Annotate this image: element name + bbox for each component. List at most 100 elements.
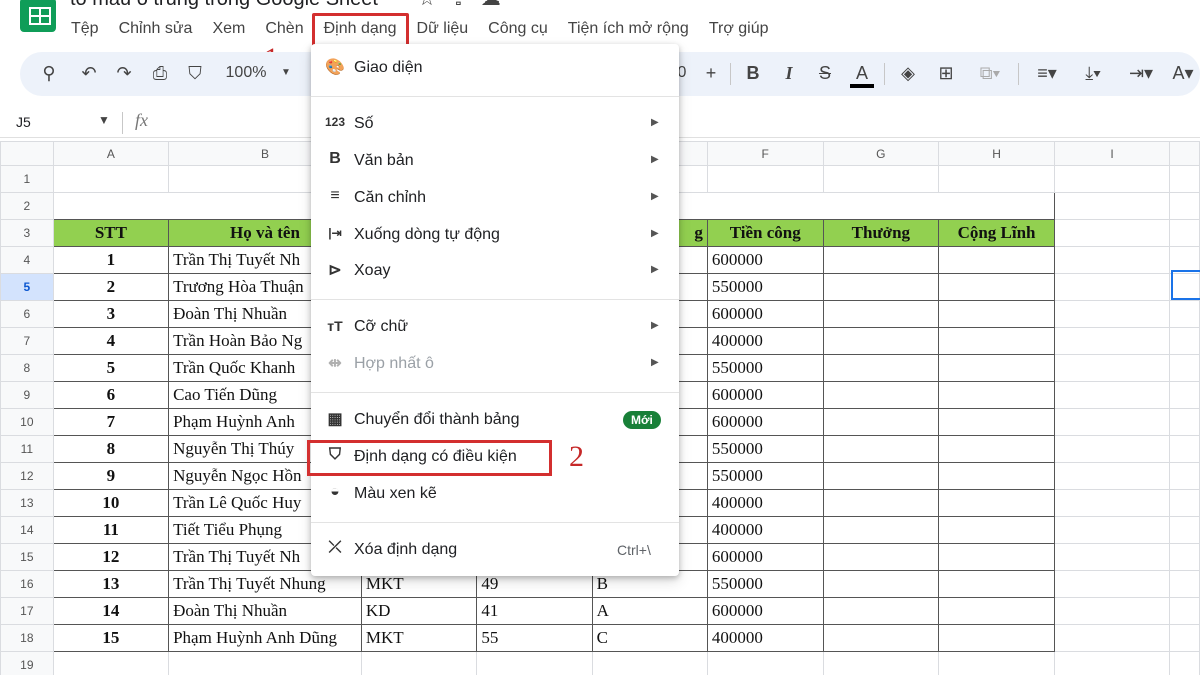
cell-grade[interactable]: A bbox=[591, 597, 708, 625]
cell-stt[interactable]: 11 bbox=[52, 516, 170, 544]
row-number[interactable]: 1 bbox=[0, 165, 54, 193]
cell-wage[interactable]: 600000 bbox=[706, 597, 824, 625]
cell-stt[interactable]: 8 bbox=[52, 435, 170, 463]
strikethrough-button[interactable]: S bbox=[814, 62, 836, 84]
select-all-corner[interactable] bbox=[0, 141, 54, 166]
row-number[interactable]: 18 bbox=[0, 624, 54, 652]
cell-wage[interactable]: 600000 bbox=[706, 246, 824, 274]
cell-stt[interactable]: 12 bbox=[52, 543, 170, 571]
cell-wage[interactable]: 600000 bbox=[706, 381, 824, 409]
undo-icon[interactable]: ↶ bbox=[78, 62, 100, 84]
menu-item-alignment[interactable]: ≡ Căn chỉnh ▶ bbox=[311, 181, 679, 215]
row-number[interactable]: 13 bbox=[0, 489, 54, 517]
row-number-selected[interactable]: 5 bbox=[0, 273, 54, 301]
menu-edit[interactable]: Chỉnh sửa bbox=[119, 18, 193, 42]
cell-stt[interactable]: 4 bbox=[52, 327, 170, 355]
menu-item-wrapping[interactable]: |⇥ Xuống dòng tự động ▶ bbox=[311, 218, 679, 252]
menu-item-alternating-colors[interactable]: ◒ Màu xen kẽ bbox=[311, 477, 679, 511]
increase-font-size-button[interactable]: + bbox=[700, 62, 722, 84]
cell-stt[interactable]: 9 bbox=[52, 462, 170, 490]
row-number[interactable]: 11 bbox=[0, 435, 54, 463]
column-header-h[interactable]: H bbox=[938, 141, 1055, 166]
sheets-logo[interactable] bbox=[20, 0, 56, 32]
row-number[interactable]: 15 bbox=[0, 543, 54, 571]
search-menus-icon[interactable]: ⚲ bbox=[38, 62, 60, 84]
cell-stt[interactable]: 13 bbox=[52, 570, 170, 598]
cell-stt[interactable]: 6 bbox=[52, 381, 170, 409]
cell-dept[interactable]: KD bbox=[360, 597, 478, 625]
row-number[interactable]: 4 bbox=[0, 246, 54, 274]
menu-insert[interactable]: Chèn bbox=[265, 18, 303, 42]
cell-dept[interactable]: MKT bbox=[360, 624, 478, 652]
column-header-a[interactable]: A bbox=[52, 141, 170, 166]
menu-item-merge-cells[interactable]: ⇹ Hợp nhất ô ▶ bbox=[311, 347, 679, 381]
name-box[interactable]: J5 bbox=[16, 114, 31, 130]
row-number[interactable]: 17 bbox=[0, 597, 54, 625]
cell-stt[interactable]: 3 bbox=[52, 300, 170, 328]
cell-name[interactable]: Phạm Huỳnh Anh Dũng bbox=[168, 624, 362, 652]
menu-extensions[interactable]: Tiện ích mở rộng bbox=[568, 18, 689, 42]
cell-wage[interactable]: 400000 bbox=[706, 489, 824, 517]
menu-item-theme[interactable]: 🎨 Giao diện bbox=[311, 51, 679, 85]
cell-stt[interactable]: 7 bbox=[52, 408, 170, 436]
header-wage[interactable]: Tiền công bbox=[706, 219, 824, 247]
cell-wage[interactable]: 550000 bbox=[706, 273, 824, 301]
cell-wage[interactable]: 400000 bbox=[706, 327, 824, 355]
move-folder-icon[interactable]: ⇪ bbox=[450, 0, 481, 10]
cell-grade[interactable]: C bbox=[591, 624, 708, 652]
cell-name[interactable]: Đoàn Thị Nhuần bbox=[168, 597, 362, 625]
cell-days[interactable]: 55 bbox=[476, 624, 593, 652]
bold-button[interactable]: B bbox=[742, 62, 764, 84]
print-icon[interactable]: ⎙ bbox=[148, 62, 172, 84]
row-number[interactable]: 16 bbox=[0, 570, 54, 598]
redo-icon[interactable]: ↷ bbox=[113, 62, 135, 84]
row-number[interactable]: 3 bbox=[0, 219, 54, 247]
cell-wage[interactable]: 600000 bbox=[706, 300, 824, 328]
cell-stt[interactable]: 1 bbox=[52, 246, 170, 274]
header-stt[interactable]: STT bbox=[52, 219, 170, 247]
cell-stt[interactable]: 2 bbox=[52, 273, 170, 301]
cell-stt[interactable]: 5 bbox=[52, 354, 170, 382]
text-wrapping-icon[interactable]: ⇥▾ bbox=[1120, 62, 1162, 84]
header-bonus[interactable]: Thưởng bbox=[822, 219, 940, 247]
zoom-dropdown-icon[interactable]: ▼ bbox=[278, 62, 294, 84]
zoom-select[interactable]: 100% bbox=[222, 62, 270, 84]
borders-icon[interactable]: ⊞ bbox=[934, 62, 958, 84]
menu-item-text[interactable]: B Văn bản ▶ bbox=[311, 144, 679, 178]
row-number[interactable]: 8 bbox=[0, 354, 54, 382]
menu-help[interactable]: Trợ giúp bbox=[709, 18, 769, 42]
cell-days[interactable]: 41 bbox=[476, 597, 593, 625]
row-number[interactable]: 7 bbox=[0, 327, 54, 355]
menu-file[interactable]: Tệp bbox=[71, 18, 99, 42]
cell-stt[interactable]: 14 bbox=[52, 597, 170, 625]
cell-wage[interactable]: 550000 bbox=[706, 570, 824, 598]
vertical-align-icon[interactable]: ⤓▾ bbox=[1074, 62, 1112, 84]
menu-item-rotation[interactable]: ⊳ Xoay ▶ bbox=[311, 254, 679, 288]
row-number[interactable]: 19 bbox=[0, 651, 54, 675]
cell-wage[interactable]: 400000 bbox=[706, 624, 824, 652]
menu-format[interactable]: Định dạng bbox=[311, 13, 409, 49]
fill-color-icon[interactable]: ◈ bbox=[896, 62, 920, 84]
cell-stt[interactable]: 15 bbox=[52, 624, 170, 652]
cloud-status-icon[interactable]: ☁ bbox=[481, 0, 515, 10]
cell-wage[interactable]: 550000 bbox=[706, 354, 824, 382]
star-icon[interactable]: ☆ bbox=[418, 0, 450, 10]
column-header-g[interactable]: G bbox=[822, 141, 940, 166]
menu-view[interactable]: Xem bbox=[212, 18, 245, 42]
document-title[interactable]: tô màu ô trùng trong Google Sheet bbox=[70, 0, 378, 11]
text-color-button[interactable]: A bbox=[850, 62, 874, 88]
row-number[interactable]: 2 bbox=[0, 192, 54, 220]
horizontal-align-icon[interactable]: ≡▾ bbox=[1028, 62, 1066, 84]
column-header-j[interactable] bbox=[1169, 141, 1200, 166]
row-number[interactable]: 10 bbox=[0, 408, 54, 436]
cell-wage[interactable]: 400000 bbox=[706, 516, 824, 544]
paint-format-icon[interactable]: ⛉ bbox=[184, 62, 206, 84]
text-rotation-icon[interactable]: A▾ bbox=[1166, 62, 1200, 84]
cell-stt[interactable]: 10 bbox=[52, 489, 170, 517]
column-header-i[interactable]: I bbox=[1053, 141, 1171, 166]
menu-item-clear-formatting[interactable]: ⤫ Xóa định dạng Ctrl+\ bbox=[311, 533, 679, 567]
menu-data[interactable]: Dữ liệu bbox=[417, 18, 469, 42]
row-number[interactable]: 6 bbox=[0, 300, 54, 328]
cell-wage[interactable]: 550000 bbox=[706, 462, 824, 490]
row-number[interactable]: 12 bbox=[0, 462, 54, 490]
